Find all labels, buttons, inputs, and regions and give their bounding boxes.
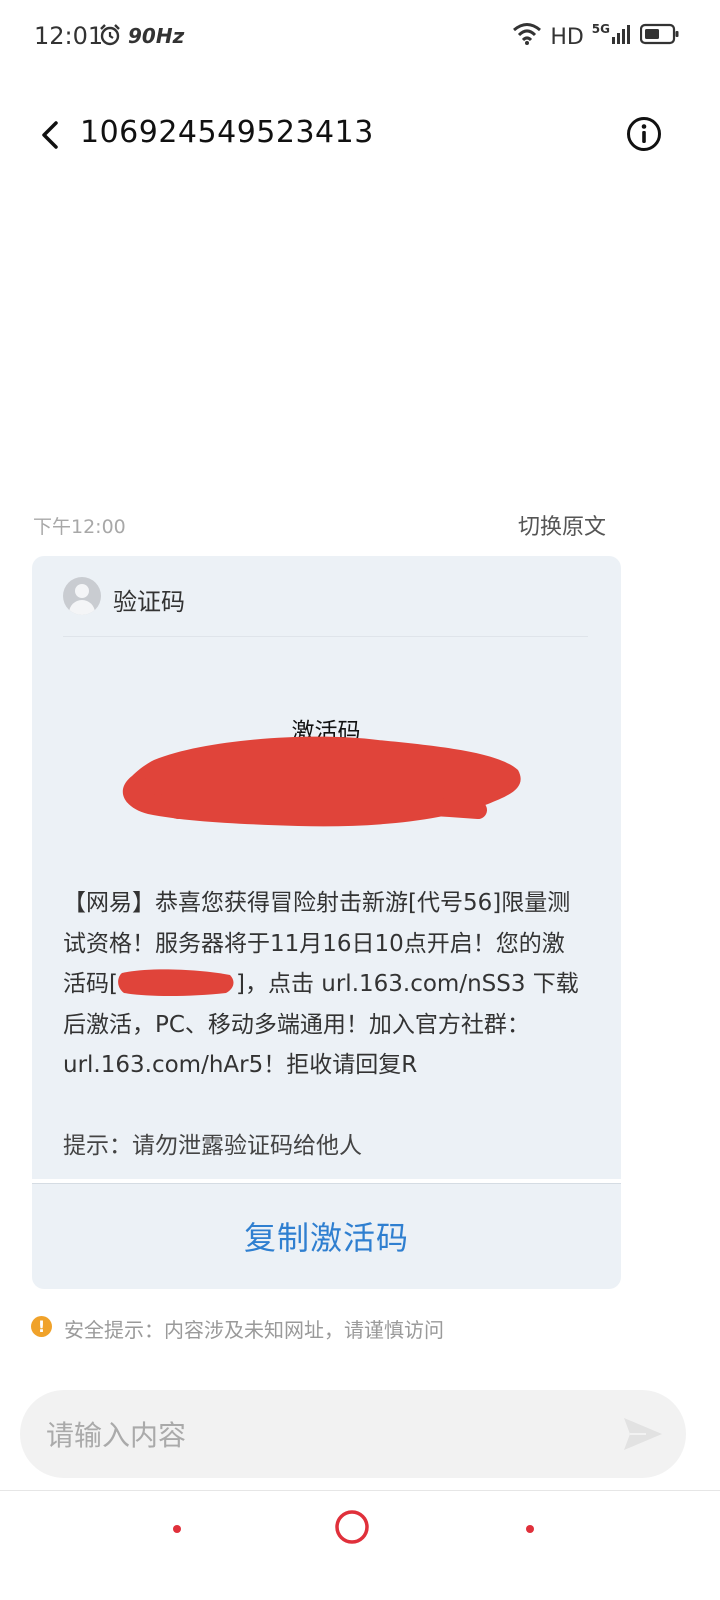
message-timestamp: 下午12:00 <box>33 516 126 538</box>
back-arrow-icon <box>42 121 58 149</box>
status-time: 12:01 <box>34 22 104 50</box>
signal-icon <box>612 23 632 51</box>
info-button[interactable] <box>626 116 661 151</box>
hd-label: HD <box>550 24 584 50</box>
wifi-icon <box>512 22 542 52</box>
message-input-placeholder[interactable]: 请输入内容 <box>46 1414 186 1454</box>
warning-icon: ! <box>31 1316 52 1337</box>
copy-code-button[interactable]: 复制激活码 <box>32 1183 621 1288</box>
refresh-rate-label: 90Hz <box>128 24 185 48</box>
sender-avatar <box>63 577 101 615</box>
card-divider <box>63 636 588 637</box>
status-icons: HD 5G <box>512 22 680 52</box>
send-icon <box>624 1418 662 1450</box>
switch-original-button[interactable]: 切换原文 <box>518 509 606 541</box>
nav-back-button[interactable] <box>173 1525 181 1533</box>
send-button[interactable] <box>622 1416 664 1452</box>
sender-name: 验证码 <box>113 588 185 616</box>
alarm-icon <box>98 23 122 51</box>
message-card <box>32 556 621 1179</box>
nav-recents-button[interactable] <box>526 1525 534 1533</box>
home-icon <box>335 1510 369 1544</box>
back-button[interactable] <box>34 118 68 152</box>
redacted-code-scribble <box>118 730 528 832</box>
message-body: 【网易】恭喜您获得冒险射击新游[代号56]限量测试资格！服务器将于11月16日1… <box>63 883 585 1086</box>
info-icon <box>627 117 661 151</box>
nav-divider <box>0 1490 720 1491</box>
security-hint: 提示：请勿泄露验证码给他人 <box>63 1133 362 1159</box>
nav-home-button[interactable] <box>334 1509 370 1545</box>
redacted-inline-code <box>118 967 236 997</box>
battery-icon <box>639 23 680 51</box>
network-type-label: 5G <box>591 22 610 36</box>
security-warning-text: 安全提示：内容涉及未知网址，请谨慎访问 <box>64 1318 444 1342</box>
contact-number-title: 106924549523413 <box>80 115 374 150</box>
